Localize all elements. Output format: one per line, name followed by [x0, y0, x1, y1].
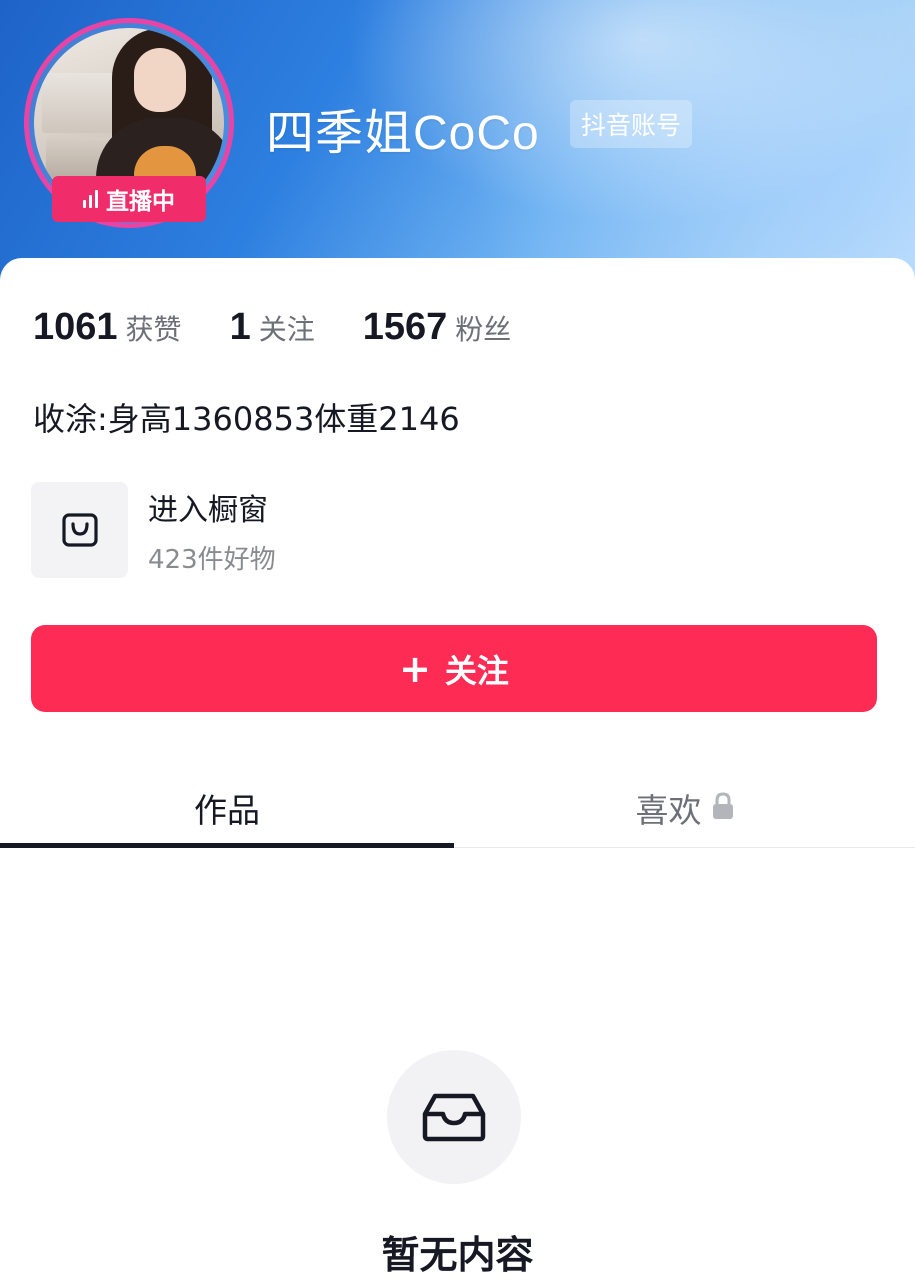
bio: 收涂:身高1360853体重2146 — [33, 400, 460, 438]
stat-followers[interactable]: 1567 粉丝 — [363, 306, 512, 349]
stat-likes[interactable]: 1061 获赞 — [33, 306, 182, 349]
profile-header: 直播中 四季姐CoCo 抖音账号 — [0, 0, 915, 290]
stat-likes-label: 获赞 — [125, 313, 182, 346]
empty-state-icon-circle — [387, 1050, 521, 1184]
stats-row: 1061 获赞 1 关注 1567 粉丝 — [33, 306, 511, 349]
stat-following-label: 关注 — [258, 313, 315, 346]
live-badge-label: 直播中 — [106, 189, 175, 215]
tab-likes-label: 喜欢 — [635, 791, 702, 830]
plus-icon: + — [399, 646, 431, 691]
tab-works-label: 作品 — [194, 791, 260, 830]
shop-icon-box — [31, 482, 128, 578]
stat-following-value: 1 — [229, 306, 251, 348]
inbox-tray-icon — [422, 1093, 486, 1142]
empty-state-text: 暂无内容 — [381, 1233, 534, 1277]
stat-following[interactable]: 1 关注 — [230, 306, 315, 349]
content-tabs: 作品 喜欢 — [0, 762, 915, 848]
live-bars-icon — [83, 190, 98, 208]
follow-button[interactable]: + 关注 — [31, 625, 877, 712]
follow-button-label: 关注 — [444, 651, 509, 690]
shopping-bag-icon — [61, 513, 98, 547]
shop-title: 进入橱窗 — [148, 492, 268, 528]
tab-works[interactable]: 作品 — [0, 762, 454, 848]
tab-likes[interactable]: 喜欢 — [454, 762, 915, 848]
nickname: 四季姐CoCo — [266, 107, 540, 160]
shop-window-entry[interactable]: 进入橱窗 423件好物 — [31, 482, 276, 578]
profile-card: 1061 获赞 1 关注 1567 粉丝 收涂:身高1360853体重2146 … — [0, 258, 915, 1285]
stat-followers-value: 1567 — [362, 306, 448, 348]
shop-subtitle: 423件好物 — [148, 544, 276, 575]
live-badge[interactable]: 直播中 — [52, 176, 206, 222]
lock-icon — [712, 792, 733, 819]
stat-followers-label: 粉丝 — [455, 313, 512, 346]
active-tab-indicator — [0, 843, 454, 848]
stat-likes-value: 1061 — [33, 306, 118, 348]
account-tag: 抖音账号 — [570, 100, 693, 148]
